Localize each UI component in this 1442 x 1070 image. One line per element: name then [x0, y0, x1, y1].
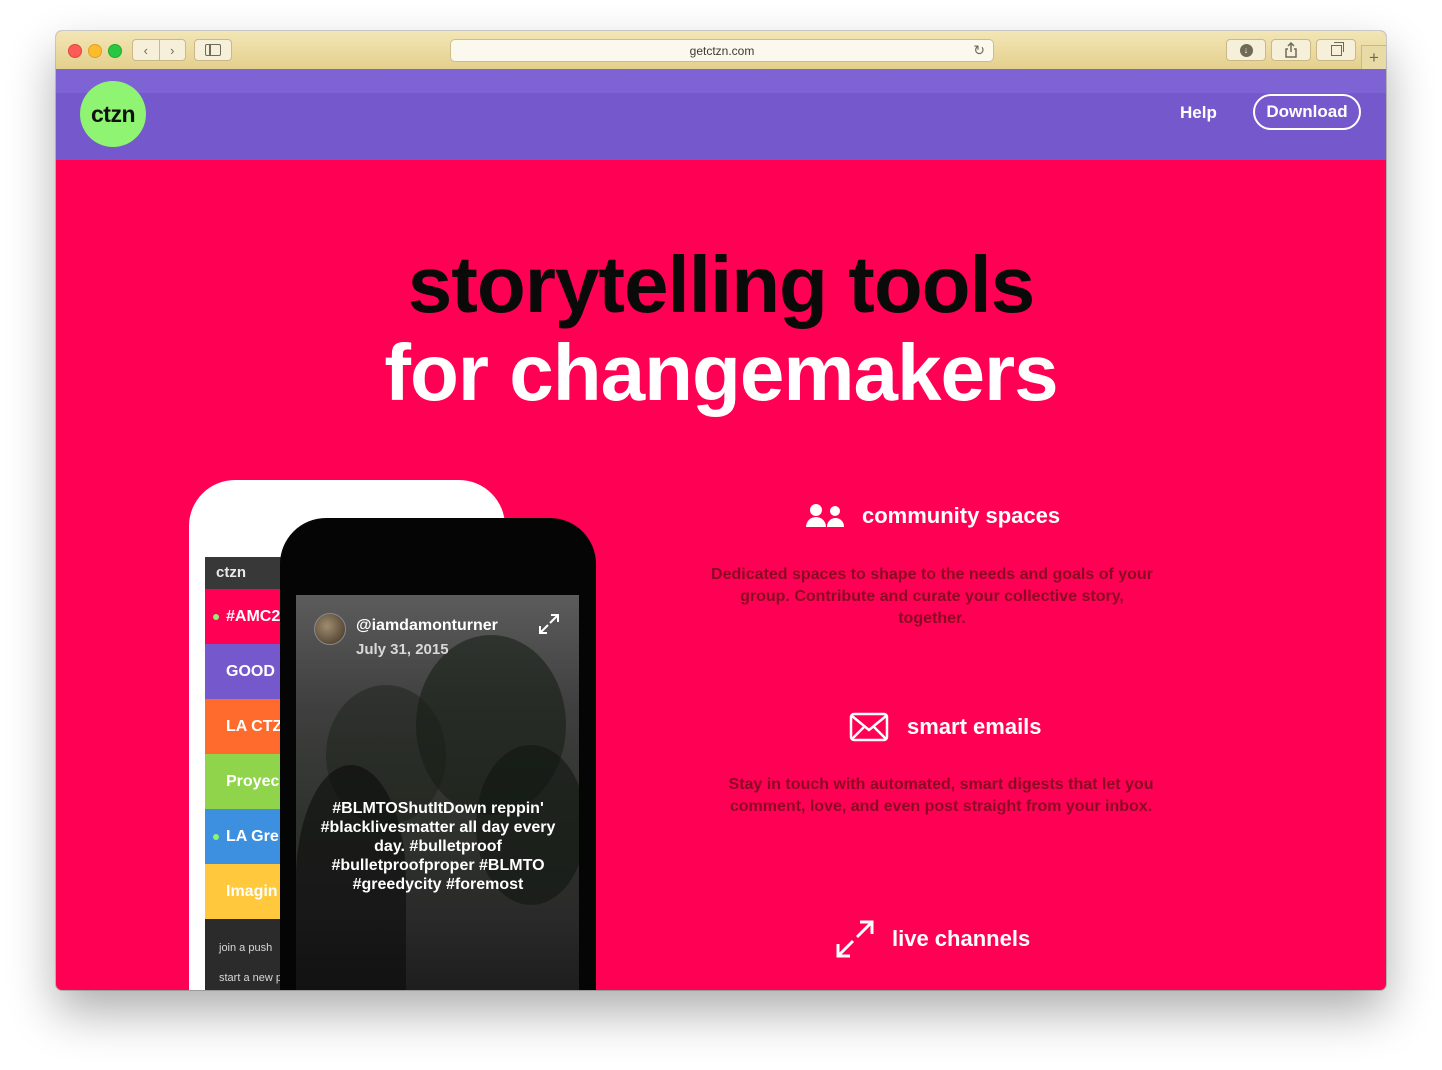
- hero-title-line1: storytelling tools: [407, 240, 1036, 329]
- back-button[interactable]: ‹: [133, 43, 159, 58]
- show-tabs-button[interactable]: [1316, 39, 1356, 61]
- post-date: July 31, 2015: [356, 641, 449, 658]
- close-window-button[interactable]: [68, 44, 82, 58]
- sidebar-toggle-button[interactable]: [194, 39, 232, 61]
- new-tab-button[interactable]: +: [1361, 45, 1386, 70]
- forward-button[interactable]: ›: [160, 43, 186, 58]
- unread-dot-icon: [213, 614, 219, 620]
- group-item-label: LA CTZ: [226, 718, 283, 735]
- post-caption: #BLMTOShutItDown reppin' #blacklivesmatt…: [320, 800, 556, 893]
- feature-live-title: live channels: [892, 926, 1031, 951]
- avatar: [314, 613, 346, 645]
- feature-community-title: community spaces: [862, 503, 1061, 528]
- group-item-label: #AMC2: [226, 608, 281, 625]
- group-item-label: Imagin: [226, 883, 278, 900]
- post-screen: @iamdamonturner July 31, 2015 #BLMTOShut…: [296, 595, 579, 990]
- ctzn-logo[interactable]: ctzn: [80, 81, 146, 147]
- expand-arrows-icon: [836, 920, 874, 958]
- chevron-right-icon: ›: [170, 42, 175, 58]
- post-username: @iamdamonturner: [356, 617, 498, 634]
- browser-toolbar: ‹ › getctzn.com ↻ ↓ +: [56, 31, 1386, 70]
- hero-title: storytelling tools for changemakers: [56, 241, 1386, 417]
- download-button[interactable]: Download: [1253, 94, 1361, 130]
- group-item-label: LA Gre: [226, 828, 279, 845]
- history-nav: ‹ ›: [132, 39, 186, 61]
- downloads-button[interactable]: ↓: [1226, 39, 1266, 61]
- tabs-icon: [1330, 41, 1344, 56]
- site-header: ctzn Help Download: [56, 69, 1386, 160]
- people-icon: [804, 504, 848, 528]
- url-text: getctzn.com: [689, 43, 755, 58]
- reload-icon[interactable]: ↻: [973, 42, 985, 59]
- group-item-label: GOOD: [226, 663, 275, 680]
- download-arrow-icon: ↓: [1239, 43, 1253, 57]
- feature-community-heading: community spaces: [804, 503, 1060, 529]
- browser-window: ‹ › getctzn.com ↻ ↓ + ctzn Help Download: [56, 31, 1386, 990]
- minimize-window-button[interactable]: [88, 44, 102, 58]
- address-bar[interactable]: getctzn.com ↻: [450, 39, 994, 62]
- feature-emails-title: smart emails: [907, 714, 1042, 739]
- feature-live-heading: live channels: [836, 920, 1030, 958]
- share-button[interactable]: [1271, 39, 1311, 61]
- feature-emails-text: Stay in touch with automated, smart dige…: [728, 776, 1154, 815]
- envelope-icon: [849, 712, 889, 742]
- sidebar-icon: [205, 44, 221, 56]
- hero-title-line2: for changemakers: [384, 328, 1058, 417]
- feature-community-text: Dedicated spaces to shape to the needs a…: [711, 566, 1153, 627]
- feature-emails-heading: smart emails: [849, 712, 1042, 742]
- expand-icon[interactable]: [538, 613, 560, 640]
- chevron-left-icon: ‹: [143, 42, 148, 58]
- share-icon: [1285, 42, 1297, 58]
- group-item-label: Proyec: [226, 773, 280, 790]
- unread-dot-icon: [213, 834, 219, 840]
- zoom-window-button[interactable]: [108, 44, 122, 58]
- help-link[interactable]: Help: [1180, 103, 1217, 123]
